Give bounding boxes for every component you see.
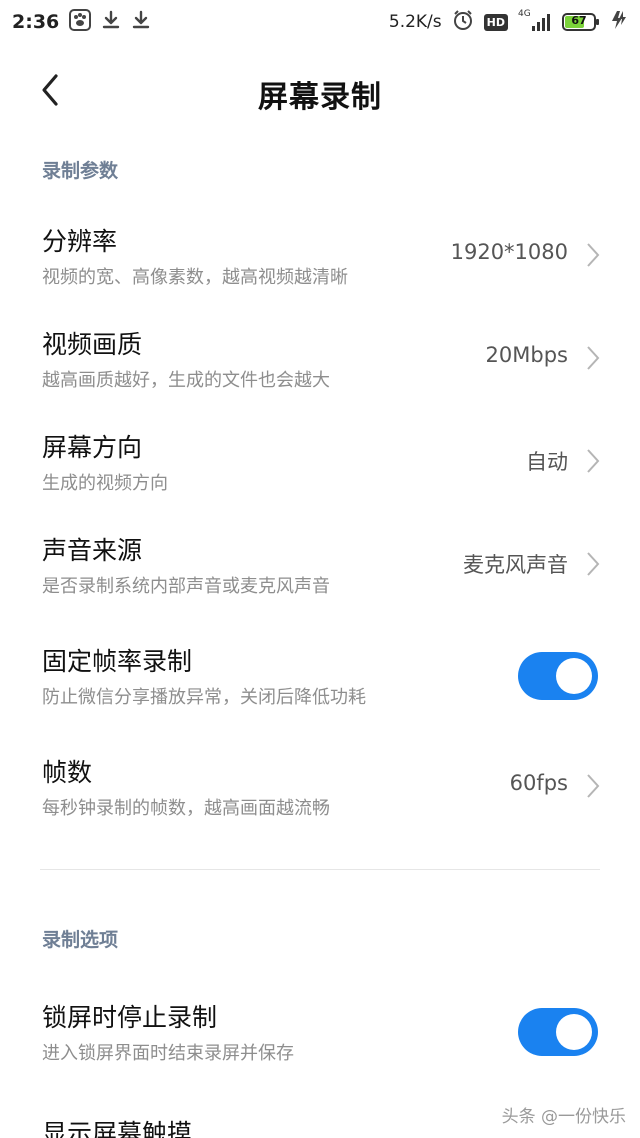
setting-subtitle: 视频的宽、高像素数，越高视频越清晰: [42, 267, 348, 288]
setting-title: 声音来源: [42, 536, 143, 565]
baidu-paw-icon: [69, 9, 92, 35]
alarm-icon: [452, 9, 474, 35]
setting-title: 固定帧率录制: [42, 647, 193, 676]
signal-icon: 4G: [518, 9, 552, 33]
setting-fixed-framerate: 固定帧率录制 防止微信分享播放异常，关闭后降低功耗: [0, 642, 640, 738]
status-bar-left: 2:36: [12, 9, 151, 35]
battery-level: 67: [571, 14, 587, 27]
setting-framerate[interactable]: 帧数 每秒钟录制的帧数，越高画面越流畅 60fps: [0, 753, 640, 849]
hd-icon: HD: [483, 13, 508, 31]
status-bar: 2:36 5.2K/s HD 4G 67: [0, 0, 640, 44]
setting-title: 锁屏时停止录制: [42, 1003, 218, 1032]
chevron-right-icon: [586, 345, 600, 371]
download-icon: [101, 10, 121, 34]
setting-resolution[interactable]: 分辨率 视频的宽、高像素数，越高视频越清晰 1920*1080: [0, 222, 640, 318]
download-icon: [131, 10, 151, 34]
setting-title: 视频画质: [42, 330, 143, 359]
setting-title: 分辨率: [42, 227, 118, 256]
setting-title: 屏幕方向: [42, 433, 143, 462]
setting-subtitle: 是否录制系统内部声音或麦克风声音: [42, 576, 330, 597]
watermark: 头条 @一份快乐: [501, 1102, 626, 1127]
setting-value: 自动: [526, 450, 568, 474]
setting-subtitle: 生成的视频方向: [42, 473, 168, 494]
section-title-record-options: 录制选项: [42, 929, 119, 951]
section-title-record-params: 录制参数: [42, 160, 119, 182]
setting-subtitle: 进入锁屏界面时结束录屏并保存: [42, 1043, 294, 1064]
chevron-right-icon: [586, 448, 600, 474]
fixed-framerate-toggle[interactable]: [518, 652, 598, 700]
setting-title: 帧数: [42, 758, 93, 787]
status-bar-right: 5.2K/s HD 4G 67: [389, 9, 628, 35]
setting-subtitle: 防止微信分享播放异常，关闭后降低功耗: [42, 687, 366, 708]
setting-video-quality[interactable]: 视频画质 越高画质越好，生成的文件也会越大 20Mbps: [0, 325, 640, 421]
battery-icon: 67: [562, 13, 600, 31]
setting-title: 显示屏幕触摸: [42, 1119, 193, 1138]
section-divider: [40, 869, 600, 870]
toggle-knob: [556, 1014, 592, 1050]
toggle-knob: [556, 658, 592, 694]
network-speed: 5.2K/s: [388, 12, 442, 32]
setting-value: 1920*1080: [450, 240, 568, 264]
page-title: 屏幕录制: [258, 80, 382, 115]
top-bar: 屏幕录制: [0, 44, 640, 140]
setting-value: 20Mbps: [485, 343, 568, 367]
setting-value: 60fps: [509, 771, 568, 795]
setting-value: 麦克风声音: [463, 553, 568, 577]
setting-subtitle: 每秒钟录制的帧数，越高画面越流畅: [42, 798, 330, 819]
chevron-right-icon: [586, 773, 600, 799]
chevron-right-icon: [586, 551, 600, 577]
charging-icon: [610, 10, 628, 34]
setting-subtitle: 越高画质越好，生成的文件也会越大: [42, 370, 330, 391]
setting-audio-source[interactable]: 声音来源 是否录制系统内部声音或麦克风声音 麦克风声音: [0, 531, 640, 627]
status-time: 2:36: [12, 11, 60, 33]
setting-stop-on-lock: 锁屏时停止录制 进入锁屏界面时结束录屏并保存: [0, 998, 640, 1094]
setting-screen-orientation[interactable]: 屏幕方向 生成的视频方向 自动: [0, 428, 640, 524]
stop-on-lock-toggle[interactable]: [518, 1008, 598, 1056]
chevron-right-icon: [586, 242, 600, 268]
